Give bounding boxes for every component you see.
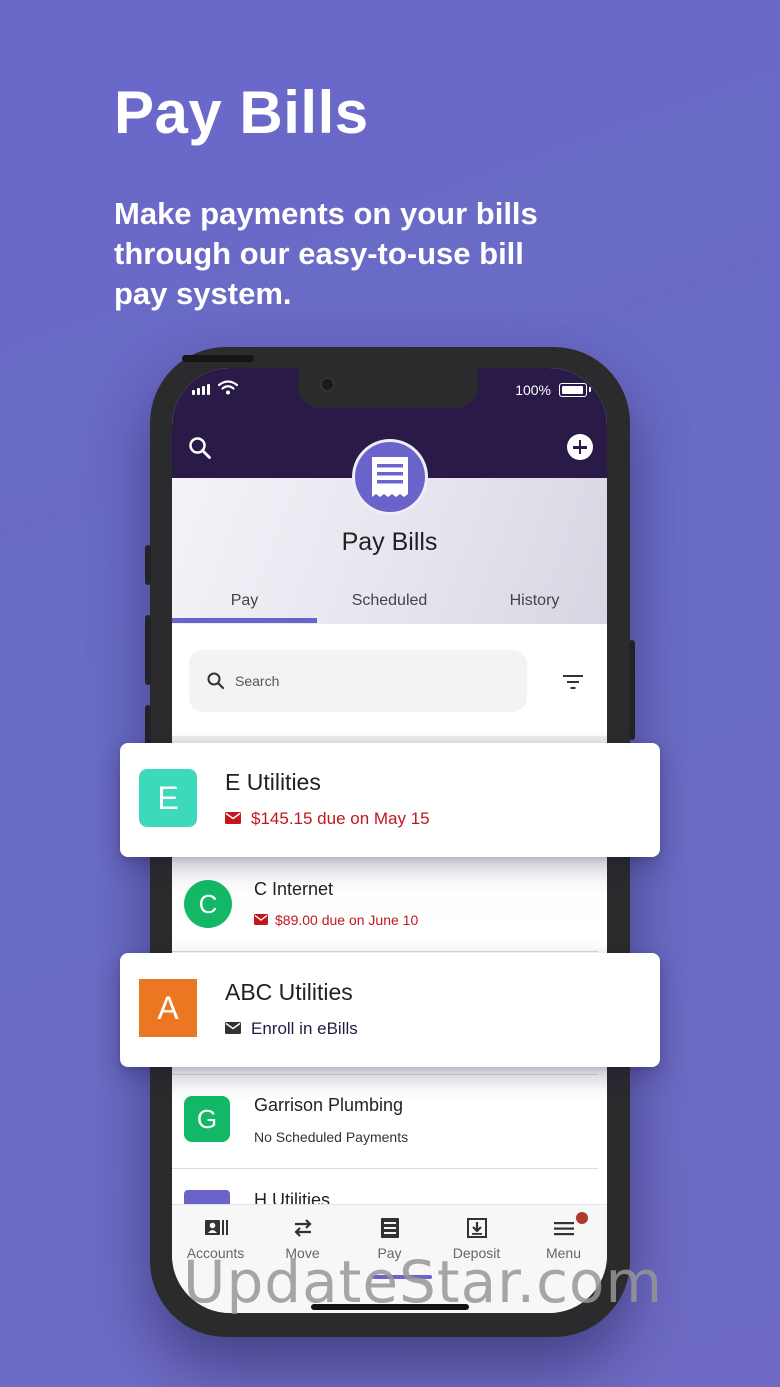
biller-avatar: [184, 1190, 230, 1204]
biller-avatar: E: [139, 769, 197, 827]
biller-schedule-status: No Scheduled Payments: [254, 1129, 409, 1145]
battery-icon: [559, 383, 587, 397]
notification-dot: [576, 1212, 588, 1224]
promo-title: Pay Bills: [114, 79, 369, 146]
biller-due-status: $89.00 due on June 10: [275, 912, 419, 928]
biller-row-c-internet[interactable]: C C Internet $89.00 due on June 10: [172, 858, 607, 952]
filter-icon[interactable]: [562, 674, 584, 690]
active-tab-indicator: [172, 618, 317, 623]
signal-icon: [192, 384, 210, 395]
mail-icon: [254, 914, 268, 925]
biller-due-status: $145.15 due on May 15: [251, 809, 430, 828]
accounts-icon: [205, 1220, 228, 1235]
battery-percentage: 100%: [515, 382, 551, 398]
biller-card-abc-utilities[interactable]: A ABC Utilities Enroll in eBills: [120, 953, 660, 1067]
mail-icon: [225, 1022, 241, 1034]
phone-side-button: [145, 615, 151, 685]
biller-name: E Utilities: [225, 769, 321, 795]
biller-row-h-utilities[interactable]: H Utilities: [172, 1168, 607, 1204]
battery-tip: [589, 387, 591, 392]
page-title: Pay Bills: [341, 528, 438, 556]
menu-icon: [554, 1222, 574, 1236]
mail-icon: [225, 812, 241, 824]
deposit-icon: [467, 1218, 487, 1238]
plus-circle-icon[interactable]: [567, 434, 593, 460]
tab-scheduled[interactable]: Scheduled: [317, 592, 462, 610]
biller-avatar: G: [184, 1096, 230, 1142]
phone-side-button: [145, 545, 151, 585]
hero-badge: [355, 442, 425, 512]
phone-side-button: [629, 640, 635, 740]
biller-name: H Utilities: [254, 1190, 331, 1204]
biller-name: ABC Utilities: [225, 979, 353, 1005]
enroll-ebills-link[interactable]: Enroll in eBills: [251, 1019, 358, 1039]
search-icon[interactable]: [188, 436, 212, 460]
search-placeholder: Search: [235, 673, 280, 689]
biller-name: Garrison Plumbing: [254, 1095, 404, 1115]
phone-speaker: [182, 355, 254, 362]
biller-card-e-utilities[interactable]: E E Utilities $145.15 due on May 15: [120, 743, 660, 857]
search-icon: [207, 672, 225, 690]
row-divider: [172, 951, 598, 952]
promo-subtitle: Make payments on your bills through our …: [114, 196, 538, 311]
receipt-icon: [372, 457, 408, 497]
receipt-icon: [381, 1218, 399, 1238]
biller-name: C Internet: [254, 879, 334, 899]
search-input[interactable]: Search: [189, 650, 527, 712]
watermark: UpdateStar.com: [183, 1248, 663, 1316]
transfer-arrows-icon: [294, 1219, 312, 1237]
phone-camera: [320, 377, 335, 392]
biller-row-garrison-plumbing[interactable]: G Garrison Plumbing No Scheduled Payment…: [172, 1074, 607, 1168]
biller-avatar: C: [184, 880, 232, 928]
biller-avatar: A: [139, 979, 197, 1037]
wifi-icon: [218, 380, 238, 395]
tab-pay[interactable]: Pay: [172, 592, 317, 610]
tab-history[interactable]: History: [462, 592, 607, 610]
